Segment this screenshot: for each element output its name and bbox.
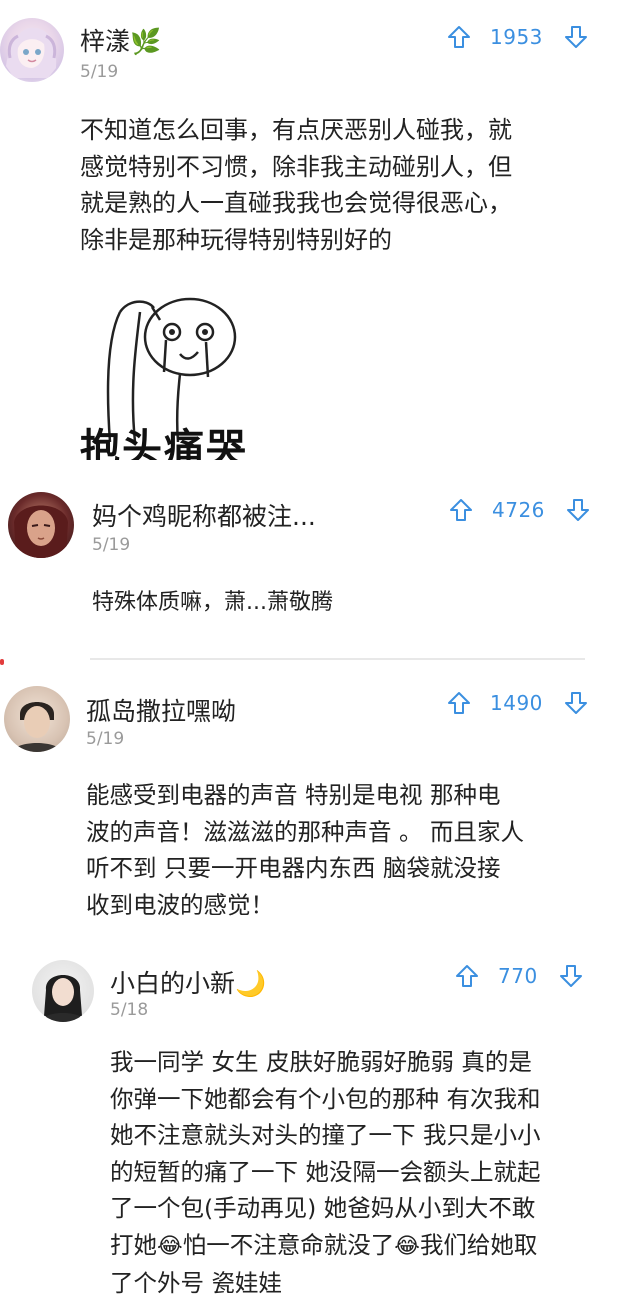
text-segment: 怕一不注意命就没了 [182, 1230, 395, 1259]
vote-count: 4726 [492, 498, 545, 522]
vote-widget: 1490 [446, 690, 589, 716]
anime-girl-avatar-icon [6, 27, 57, 78]
username[interactable]: 梓漾🌿 [80, 22, 161, 58]
comment-line: 了一个包(手动再见) 她爸妈从小到大不敢 [110, 1194, 536, 1222]
girl-avatar-icon [40, 975, 86, 1022]
downvote-arrow-icon[interactable] [565, 497, 591, 523]
edge-marker [0, 659, 4, 665]
comment-line: 的短暂的痛了一下 她没隔一会额头上就起 [110, 1157, 541, 1186]
boy-avatar-icon [12, 702, 62, 752]
upvote-arrow-icon[interactable] [448, 497, 474, 523]
comment-date: 5/18 [110, 1000, 149, 1020]
comment-line: 了个外号 瓷娃娃 [110, 1269, 282, 1297]
meme-caption: 抱头痛哭 [80, 426, 245, 460]
avatar[interactable] [8, 492, 74, 558]
divider [90, 658, 585, 660]
vote-widget: 1953 [446, 24, 589, 50]
avatar[interactable] [0, 18, 64, 82]
comment-text: 我一同学 女生 皮肤好脆弱好脆弱 真的是 你弹一下她都会有个小包的那种 有次我和… [110, 1044, 630, 1302]
upvote-arrow-icon[interactable] [446, 24, 472, 50]
downvote-arrow-icon[interactable] [558, 963, 584, 989]
comment-text: 不知道怎么回事，有点厌恶别人碰我，就 感觉特别不习惯，除非我主动碰别人，但 就是… [80, 116, 512, 254]
meme-image: 抱头痛哭 [80, 292, 245, 460]
warrior-avatar-icon [14, 505, 68, 558]
username[interactable]: 孤岛撒拉嘿呦 [86, 692, 236, 728]
vote-count: 1953 [490, 25, 543, 49]
comment-text: 特殊体质嘛，萧...萧敬腾 [92, 590, 333, 615]
username[interactable]: 小白的小新🌙 [110, 964, 266, 1000]
vote-count: 770 [498, 964, 538, 988]
comment-date: 5/19 [92, 535, 131, 555]
comment-line: 打她😂怕一不注意命就没了😂我们给她取 [110, 1227, 630, 1266]
downvote-arrow-icon[interactable] [563, 24, 589, 50]
upvote-arrow-icon[interactable] [446, 690, 472, 716]
vote-widget: 4726 [448, 497, 591, 523]
text-segment: 我们给她取 [419, 1230, 538, 1259]
avatar[interactable] [4, 686, 70, 752]
username[interactable]: 妈个鸡昵称都被注... [92, 497, 316, 533]
tears-of-joy-icon: 😂 [394, 1233, 420, 1259]
comment-line: 你弹一下她都会有个小包的那种 有次我和 [110, 1084, 541, 1113]
avatar[interactable] [32, 960, 94, 1022]
comment-date: 5/19 [80, 62, 119, 82]
tears-of-joy-icon: 😂 [157, 1233, 183, 1259]
vote-count: 1490 [490, 691, 543, 715]
comment-text: 能感受到电器的声音 特别是电视 那种电 波的声音！滋滋滋的那种声音 。 而且家人… [86, 781, 524, 919]
vote-widget: 770 [454, 963, 584, 989]
downvote-arrow-icon[interactable] [563, 690, 589, 716]
comment-line: 我一同学 女生 皮肤好脆弱好脆弱 真的是 [110, 1048, 532, 1076]
comment-line: 她不注意就头对头的撞了一下 我只是小小 [110, 1121, 541, 1149]
text-segment: 打她 [110, 1230, 157, 1259]
upvote-arrow-icon[interactable] [454, 963, 480, 989]
comment-date: 5/19 [86, 729, 125, 749]
